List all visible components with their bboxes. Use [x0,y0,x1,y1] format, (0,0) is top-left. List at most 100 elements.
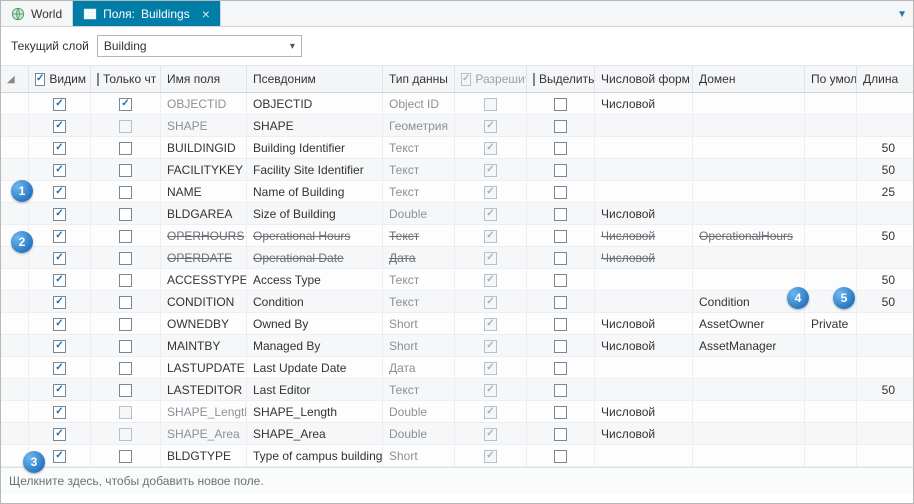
cell-fieldname[interactable]: ACCESSTYPE [161,269,247,291]
cell-default[interactable] [805,423,857,445]
row-handle[interactable] [1,291,29,313]
cell-highlight[interactable] [527,181,595,203]
cell-fieldname[interactable]: OPERDATE [161,247,247,269]
cell-highlight[interactable] [527,159,595,181]
row-handle[interactable] [1,115,29,137]
cell-fieldname[interactable]: SHAPE [161,115,247,137]
close-icon[interactable]: × [202,7,210,21]
cell-visible[interactable] [29,137,91,159]
row-handle[interactable] [1,247,29,269]
cell-allownull[interactable] [455,445,527,467]
cell-allownull[interactable] [455,401,527,423]
cell-visible[interactable] [29,181,91,203]
cell-default[interactable] [805,181,857,203]
cell-visible[interactable] [29,423,91,445]
cell-visible[interactable] [29,247,91,269]
cell-allownull[interactable] [455,93,527,115]
cell-default[interactable] [805,269,857,291]
row-handle[interactable] [1,335,29,357]
cell-domain[interactable] [693,115,805,137]
col-length[interactable]: Длина [857,66,901,92]
cell-default[interactable] [805,93,857,115]
cell-domain[interactable] [693,203,805,225]
cell-domain[interactable]: AssetManager [693,335,805,357]
cell-fieldname[interactable]: BLDGTYPE [161,445,247,467]
cell-allownull[interactable] [455,335,527,357]
cell-length[interactable] [857,115,901,137]
cell-default[interactable] [805,225,857,247]
tabbar-menu-caret[interactable]: ▼ [897,1,907,27]
cell-highlight[interactable] [527,423,595,445]
table-row[interactable]: FACILITYKEYFacility Site IdentifierТекст… [1,159,913,181]
cell-datatype[interactable]: Текст [383,379,455,401]
cell-readonly[interactable] [91,137,161,159]
cell-fieldname[interactable]: OWNEDBY [161,313,247,335]
col-rowhandle[interactable]: ◢ [1,66,29,92]
col-highlight[interactable]: Выделить [527,66,595,92]
cell-alias[interactable]: Operational Hours [247,225,383,247]
cell-fieldname[interactable]: LASTUPDATE [161,357,247,379]
cell-highlight[interactable] [527,225,595,247]
add-field-row[interactable]: Щелкните здесь, чтобы добавить новое пол… [1,467,913,494]
cell-numberformat[interactable] [595,137,693,159]
col-default[interactable]: По умол [805,66,857,92]
cell-default[interactable] [805,335,857,357]
cell-alias[interactable]: Managed By [247,335,383,357]
cell-alias[interactable]: Operational Date [247,247,383,269]
cell-allownull[interactable] [455,115,527,137]
cell-allownull[interactable] [455,269,527,291]
tab-fields[interactable]: Поля: Buildings × [73,1,221,26]
col-numberformat[interactable]: Числовой форм [595,66,693,92]
table-row[interactable]: BLDGAREASize of BuildingDoubleЧисловой [1,203,913,225]
cell-readonly[interactable] [91,247,161,269]
table-row[interactable]: OWNEDBYOwned ByShortЧисловойAssetOwnerPr… [1,313,913,335]
row-handle[interactable] [1,93,29,115]
cell-fieldname[interactable]: SHAPE_Length [161,401,247,423]
cell-alias[interactable]: Last Update Date [247,357,383,379]
col-visible[interactable]: Видим [29,66,91,92]
cell-fieldname[interactable]: BLDGAREA [161,203,247,225]
cell-datatype[interactable]: Short [383,335,455,357]
cell-datatype[interactable]: Double [383,203,455,225]
cell-allownull[interactable] [455,379,527,401]
cell-length[interactable]: 50 [857,137,901,159]
cell-visible[interactable] [29,159,91,181]
cell-readonly[interactable] [91,159,161,181]
cell-readonly[interactable] [91,181,161,203]
cell-domain[interactable] [693,423,805,445]
cell-datatype[interactable]: Текст [383,159,455,181]
cell-highlight[interactable] [527,335,595,357]
row-handle[interactable] [1,445,29,467]
cell-highlight[interactable] [527,401,595,423]
cell-fieldname[interactable]: OBJECTID [161,93,247,115]
cell-alias[interactable]: Condition [247,291,383,313]
table-row[interactable]: OPERHOURSOperational HoursТекстЧисловойO… [1,225,913,247]
cell-domain[interactable] [693,181,805,203]
row-handle[interactable] [1,357,29,379]
cell-domain[interactable]: Condition [693,291,805,313]
cell-fieldname[interactable]: SHAPE_Area [161,423,247,445]
cell-default[interactable] [805,401,857,423]
cell-allownull[interactable] [455,247,527,269]
table-row[interactable]: BUILDINGIDBuilding IdentifierТекст50 [1,137,913,159]
cell-datatype[interactable]: Short [383,445,455,467]
table-row[interactable]: LASTEDITORLast EditorТекст50 [1,379,913,401]
cell-fieldname[interactable]: NAME [161,181,247,203]
cell-visible[interactable] [29,115,91,137]
cell-visible[interactable] [29,335,91,357]
table-row[interactable]: OBJECTIDOBJECTIDObject IDЧисловой [1,93,913,115]
cell-alias[interactable]: Type of campus building [247,445,383,467]
cell-numberformat[interactable] [595,445,693,467]
cell-numberformat[interactable]: Числовой [595,335,693,357]
row-handle[interactable] [1,159,29,181]
cell-domain[interactable] [693,269,805,291]
cell-highlight[interactable] [527,291,595,313]
cell-alias[interactable]: Building Identifier [247,137,383,159]
tab-world[interactable]: World [1,1,73,26]
cell-fieldname[interactable]: LASTEDITOR [161,379,247,401]
cell-alias[interactable]: Size of Building [247,203,383,225]
cell-fieldname[interactable]: CONDITION [161,291,247,313]
cell-length[interactable]: 50 [857,159,901,181]
table-row[interactable]: OPERDATEOperational DateДатаЧисловой [1,247,913,269]
cell-allownull[interactable] [455,159,527,181]
